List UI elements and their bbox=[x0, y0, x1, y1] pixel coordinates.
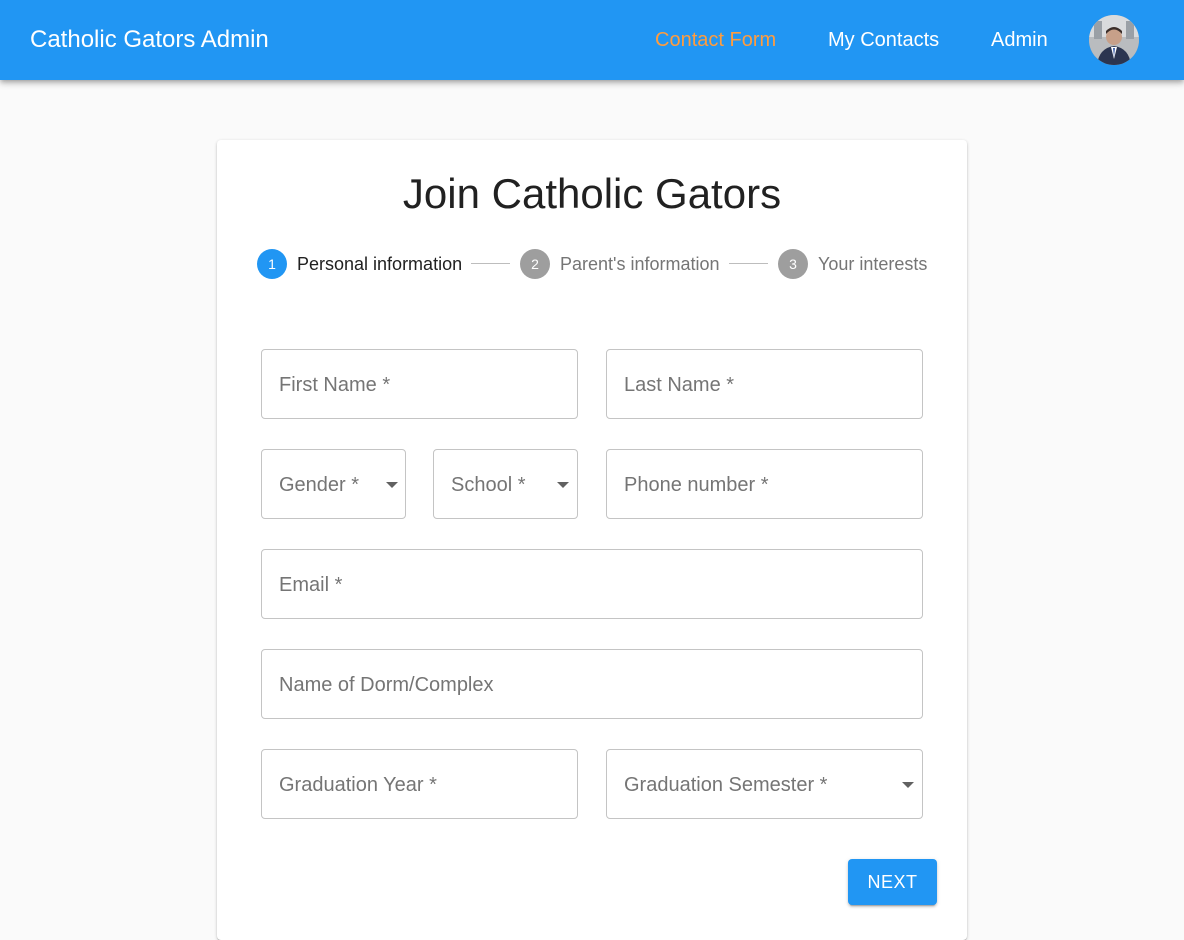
graduation-year-placeholder: Graduation Year * bbox=[279, 774, 437, 796]
nav-my-contacts[interactable]: My Contacts bbox=[828, 28, 939, 52]
step-2-badge: 2 bbox=[520, 249, 550, 279]
last-name-placeholder: Last Name * bbox=[624, 374, 735, 396]
chevron-down-icon bbox=[386, 482, 398, 488]
gender-select[interactable]: Gender * bbox=[261, 449, 406, 519]
phone-number-field[interactable]: Phone number * bbox=[606, 449, 923, 519]
email-field[interactable]: Email * bbox=[261, 549, 923, 619]
step-2-label: Parent's information bbox=[560, 254, 720, 274]
email-placeholder: Email * bbox=[279, 574, 343, 596]
phone-number-placeholder: Phone number * bbox=[624, 474, 769, 496]
school-placeholder: School * bbox=[451, 474, 526, 496]
first-name-placeholder: First Name * bbox=[279, 374, 391, 396]
graduation-semester-select[interactable]: Graduation Semester * bbox=[606, 749, 923, 819]
graduation-semester-placeholder: Graduation Semester * bbox=[624, 774, 828, 796]
school-select[interactable]: School * bbox=[433, 449, 578, 519]
step-3-badge: 3 bbox=[778, 249, 808, 279]
app-title[interactable]: Catholic Gators Admin bbox=[30, 26, 269, 54]
step-connector bbox=[729, 263, 768, 264]
step-1-badge: 1 bbox=[257, 249, 287, 279]
chevron-down-icon bbox=[557, 482, 569, 488]
dorm-placeholder: Name of Dorm/Complex bbox=[279, 674, 494, 696]
last-name-field[interactable]: Last Name * bbox=[606, 349, 923, 419]
nav-contact-form[interactable]: Contact Form bbox=[655, 28, 776, 52]
user-avatar[interactable] bbox=[1089, 15, 1139, 65]
gender-placeholder: Gender * bbox=[279, 474, 360, 496]
chevron-down-icon bbox=[902, 782, 914, 788]
user-avatar-icon bbox=[1089, 15, 1139, 65]
step-3-label: Your interests bbox=[818, 254, 928, 274]
first-name-field[interactable]: First Name * bbox=[261, 349, 578, 419]
nav-admin[interactable]: Admin bbox=[991, 28, 1048, 52]
form-title: Join Catholic Gators bbox=[402, 170, 782, 217]
graduation-year-field[interactable]: Graduation Year * bbox=[261, 749, 578, 819]
next-button[interactable]: NEXT bbox=[848, 859, 937, 905]
dorm-field[interactable]: Name of Dorm/Complex bbox=[261, 649, 923, 719]
step-connector bbox=[471, 263, 510, 264]
app-bar: Catholic Gators Admin Contact Form My Co… bbox=[0, 0, 1184, 80]
step-1-label: Personal information bbox=[297, 254, 463, 274]
